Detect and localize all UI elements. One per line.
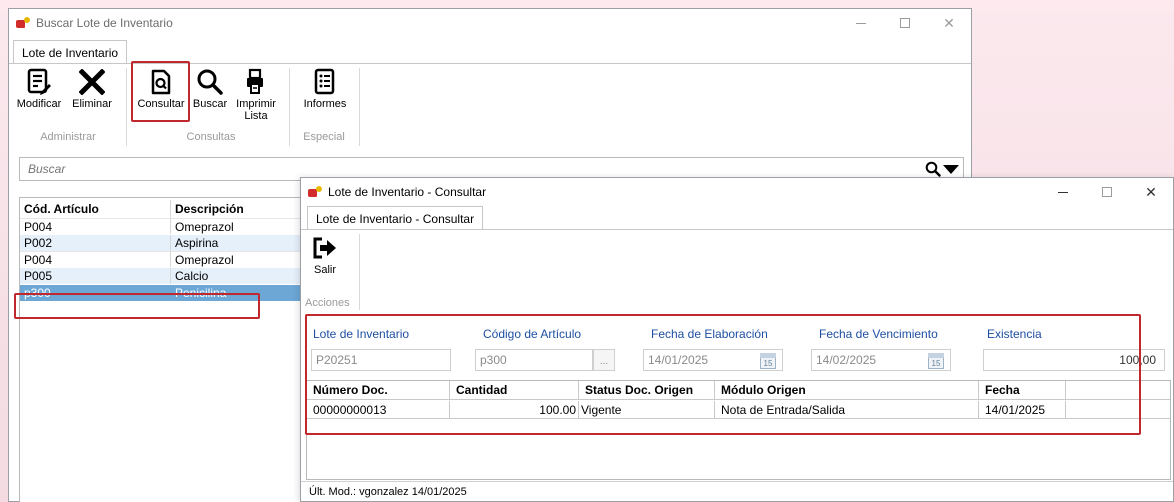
table-row[interactable]: P004 Omeprazol bbox=[20, 251, 310, 267]
buscar-label: Buscar bbox=[192, 98, 228, 110]
print-icon bbox=[240, 66, 272, 98]
window-title: Lote de Inventario - Consultar bbox=[328, 185, 487, 199]
selected-row-highlight-box bbox=[14, 293, 260, 319]
group-label-especial: Especial bbox=[303, 131, 345, 143]
edit-list-icon bbox=[23, 66, 55, 98]
cell-descripcion: Omeprazol bbox=[175, 252, 234, 267]
consultar-highlight-box bbox=[131, 61, 190, 122]
fields-highlight-box bbox=[305, 314, 1141, 435]
modificar-button[interactable]: Modificar bbox=[13, 66, 65, 110]
group-label-consultas: Consultas bbox=[186, 131, 236, 143]
app-logo-icon bbox=[16, 17, 30, 29]
salir-label: Salir bbox=[313, 264, 336, 276]
tab-lote-inventario-consultar[interactable]: Lote de Inventario - Consultar bbox=[307, 206, 484, 230]
table-row[interactable]: P002 Aspirina bbox=[20, 235, 310, 251]
last-modified-text: Últ. Mod.: vgonzalez 14/01/2025 bbox=[309, 485, 467, 498]
group-divider bbox=[289, 68, 290, 146]
lotes-grid: Cód. Artículo Descripción P004 Omeprazol… bbox=[19, 197, 310, 502]
informes-button[interactable]: Informes bbox=[293, 66, 357, 110]
minimize-button[interactable] bbox=[839, 9, 883, 37]
eliminar-label: Eliminar bbox=[72, 98, 112, 110]
column-header-codigo[interactable]: Cód. Artículo bbox=[20, 200, 171, 218]
cell-descripcion: Calcio bbox=[175, 269, 209, 283]
eliminar-button[interactable]: Eliminar bbox=[65, 66, 119, 110]
imprimir-lista-button[interactable]: Imprimir Lista bbox=[231, 66, 281, 122]
table-row[interactable]: P005 Calcio bbox=[20, 268, 310, 284]
table-row[interactable]: P004 Omeprazol bbox=[20, 218, 310, 234]
group-divider bbox=[126, 68, 127, 146]
ribbon: Salir Acciones bbox=[301, 229, 1173, 311]
group-label-administrar: Administrar bbox=[40, 131, 96, 143]
cell-codigo: P004 bbox=[20, 219, 171, 234]
title-bar[interactable]: Buscar Lote de Inventario ✕ bbox=[9, 9, 971, 37]
report-list-icon bbox=[309, 66, 341, 98]
salir-button[interactable]: Salir bbox=[307, 232, 343, 276]
tab-label: Lote de Inventario bbox=[22, 45, 119, 60]
minimize-button[interactable] bbox=[1041, 178, 1085, 206]
cell-descripcion: Aspirina bbox=[175, 236, 219, 250]
consultar-lote-window: Lote de Inventario - Consultar ✕ Lote de… bbox=[300, 177, 1174, 502]
close-button[interactable]: ✕ bbox=[927, 9, 971, 37]
buscar-button[interactable]: Buscar bbox=[190, 66, 230, 110]
group-divider bbox=[359, 234, 360, 310]
maximize-button[interactable] bbox=[883, 9, 927, 37]
maximize-button[interactable] bbox=[1085, 178, 1129, 206]
app-logo-icon bbox=[308, 186, 322, 198]
search-icon bbox=[194, 66, 226, 98]
informes-label: Informes bbox=[303, 98, 347, 110]
exit-icon bbox=[309, 232, 341, 264]
modificar-label: Modificar bbox=[16, 98, 62, 110]
close-button[interactable]: ✕ bbox=[1129, 178, 1173, 206]
title-bar[interactable]: Lote de Inventario - Consultar ✕ bbox=[301, 178, 1173, 206]
cell-codigo: P002 bbox=[20, 235, 171, 251]
delete-x-icon bbox=[76, 66, 108, 98]
cell-codigo: P005 bbox=[20, 268, 171, 284]
group-divider bbox=[359, 68, 360, 146]
column-header-descripcion[interactable]: Descripción bbox=[171, 200, 310, 218]
cell-codigo: P004 bbox=[20, 252, 171, 267]
imprimir-lista-label: Imprimir Lista bbox=[236, 98, 276, 122]
tab-lote-inventario[interactable]: Lote de Inventario bbox=[13, 40, 128, 64]
cell-descripcion: Omeprazol bbox=[175, 219, 234, 234]
grid-header-row: Cód. Artículo Descripción bbox=[20, 200, 310, 218]
group-label-acciones: Acciones bbox=[305, 297, 350, 309]
status-bar: Últ. Mod.: vgonzalez 14/01/2025 bbox=[301, 481, 1173, 501]
tab-label: Lote de Inventario - Consultar bbox=[316, 211, 475, 226]
filter-dropdown-icon[interactable] bbox=[943, 165, 959, 174]
window-title: Buscar Lote de Inventario bbox=[36, 16, 173, 30]
